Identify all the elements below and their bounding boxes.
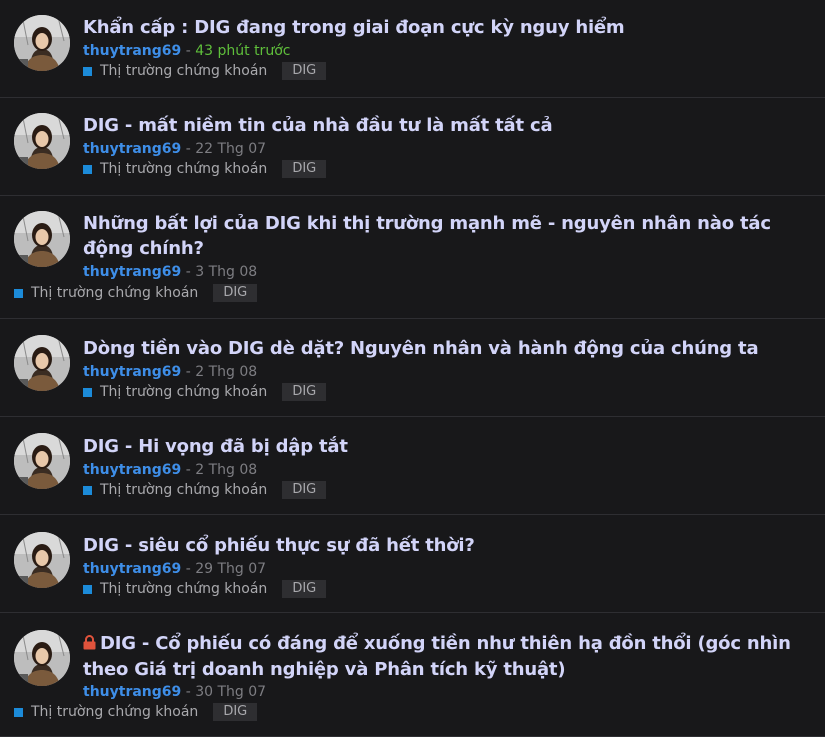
topic-meta: thuytrang69 - 2 Thg 08 [83,363,257,381]
avatar-image [14,113,70,169]
avatar-image [14,630,70,686]
topic-date: 29 Thg 07 [195,561,267,577]
topic-meta: thuytrang69 - 22 Thg 07 [83,140,266,158]
avatar-image [14,211,70,267]
author-link[interactable]: thuytrang69 [83,364,181,380]
tag-badge[interactable]: DIG [282,580,327,598]
topic-tags: Thị trường chứng khoán DIG [83,481,327,499]
topic-meta: thuytrang69 - 30 Thg 07 [83,683,266,701]
topic-date: 22 Thg 07 [195,141,267,157]
meta-separator: - [181,43,196,59]
author-link[interactable]: thuytrang69 [83,43,181,59]
author-link[interactable]: thuytrang69 [83,684,181,700]
topic-tags: Thị trường chứng khoán DIG [83,580,327,598]
category-link[interactable]: Thị trường chứng khoán [100,160,267,178]
topic-item: Khẩn cấp : DIG đang trong giai đoạn cực … [0,0,825,98]
topic-tags: Thị trường chứng khoán DIG [14,703,258,721]
meta-separator: - [181,561,196,577]
category-square-icon [83,66,92,76]
author-avatar[interactable] [14,532,70,588]
topic-meta: thuytrang69 - 3 Thg 08 [83,263,257,281]
category-square-icon [14,707,23,717]
author-avatar[interactable] [14,433,70,489]
avatar-image [14,532,70,588]
topic-date: 43 phút trước [195,43,291,59]
lock-icon [83,632,96,657]
author-avatar[interactable] [14,15,70,71]
category-square-icon [83,584,92,594]
meta-separator: - [181,141,196,157]
topic-item: DIG - Hi vọng đã bị dập tắt thuytrang69 … [0,417,825,515]
category-link[interactable]: Thị trường chứng khoán [31,284,198,302]
topic-tags: Thị trường chứng khoán DIG [83,160,327,178]
topic-item: DIG - mất niềm tin của nhà đầu tư là mất… [0,98,825,196]
topic-tags: Thị trường chứng khoán DIG [83,62,327,80]
author-avatar[interactable] [14,113,70,169]
tag-badge[interactable]: DIG [213,703,258,721]
category-link[interactable]: Thị trường chứng khoán [100,383,267,401]
topic-title[interactable]: Khẩn cấp : DIG đang trong giai đoạn cực … [83,15,815,40]
topic-list: Khẩn cấp : DIG đang trong giai đoạn cực … [0,0,825,737]
topic-date: 3 Thg 08 [195,264,258,280]
author-link[interactable]: thuytrang69 [83,264,181,280]
meta-separator: - [181,684,196,700]
topic-meta: thuytrang69 - 29 Thg 07 [83,560,266,578]
avatar-image [14,15,70,71]
author-avatar[interactable] [14,211,70,267]
topic-title[interactable]: Dòng tiền vào DIG dè dặt? Nguyên nhân và… [83,336,815,361]
meta-separator: - [181,462,196,478]
tag-badge[interactable]: DIG [282,383,327,401]
topic-title[interactable]: DIG - Cổ phiếu có đáng để xuống tiền như… [83,631,815,682]
topic-title[interactable]: DIG - mất niềm tin của nhà đầu tư là mất… [83,113,815,138]
topic-title[interactable]: Những bất lợi của DIG khi thị trường mạn… [83,211,815,261]
category-link[interactable]: Thị trường chứng khoán [100,580,267,598]
topic-item: DIG - Cổ phiếu có đáng để xuống tiền như… [0,613,825,737]
topic-tags: Thị trường chứng khoán DIG [14,284,258,302]
author-avatar[interactable] [14,630,70,686]
author-link[interactable]: thuytrang69 [83,561,181,577]
category-link[interactable]: Thị trường chứng khoán [100,481,267,499]
category-square-icon [83,387,92,397]
topic-date: 30 Thg 07 [195,684,267,700]
topic-meta: thuytrang69 - 2 Thg 08 [83,461,257,479]
topic-item: Dòng tiền vào DIG dè dặt? Nguyên nhân và… [0,319,825,417]
topic-tags: Thị trường chứng khoán DIG [83,383,327,401]
tag-badge[interactable]: DIG [282,62,327,80]
topic-item: Những bất lợi của DIG khi thị trường mạn… [0,196,825,319]
author-avatar[interactable] [14,335,70,391]
category-square-icon [83,164,92,174]
topic-title[interactable]: DIG - siêu cổ phiếu thực sự đã hết thời? [83,533,815,558]
meta-separator: - [181,364,196,380]
category-link[interactable]: Thị trường chứng khoán [31,703,198,721]
topic-date: 2 Thg 08 [195,364,258,380]
topic-meta: thuytrang69 - 43 phút trước [83,42,290,60]
meta-separator: - [181,264,196,280]
tag-badge[interactable]: DIG [282,160,327,178]
avatar-image [14,433,70,489]
author-link[interactable]: thuytrang69 [83,462,181,478]
topic-item: DIG - siêu cổ phiếu thực sự đã hết thời?… [0,515,825,613]
avatar-image [14,335,70,391]
tag-badge[interactable]: DIG [282,481,327,499]
category-square-icon [14,288,23,298]
category-link[interactable]: Thị trường chứng khoán [100,62,267,80]
topic-title[interactable]: DIG - Hi vọng đã bị dập tắt [83,434,815,459]
author-link[interactable]: thuytrang69 [83,141,181,157]
topic-date: 2 Thg 08 [195,462,258,478]
tag-badge[interactable]: DIG [213,284,258,302]
category-square-icon [83,485,92,495]
